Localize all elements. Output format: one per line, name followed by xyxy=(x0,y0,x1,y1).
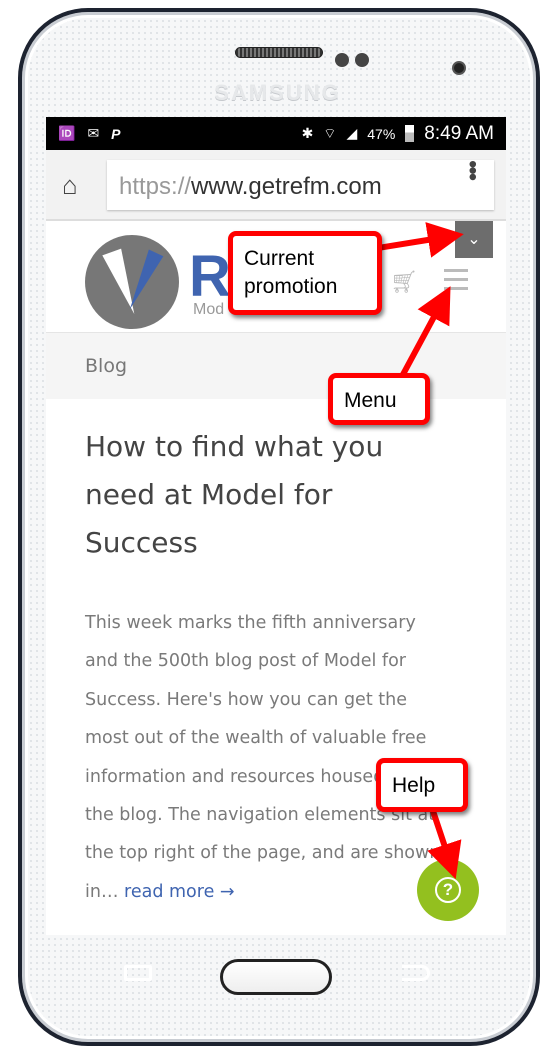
annotation-current-promotion: Current promotion xyxy=(228,231,382,315)
menu-arrow xyxy=(397,286,451,382)
promotion-arrow xyxy=(377,222,464,258)
annotation-menu: Menu xyxy=(328,373,430,425)
annotation-arrows xyxy=(377,222,464,880)
annotation-help: Help xyxy=(376,758,468,812)
help-arrow xyxy=(427,807,462,880)
